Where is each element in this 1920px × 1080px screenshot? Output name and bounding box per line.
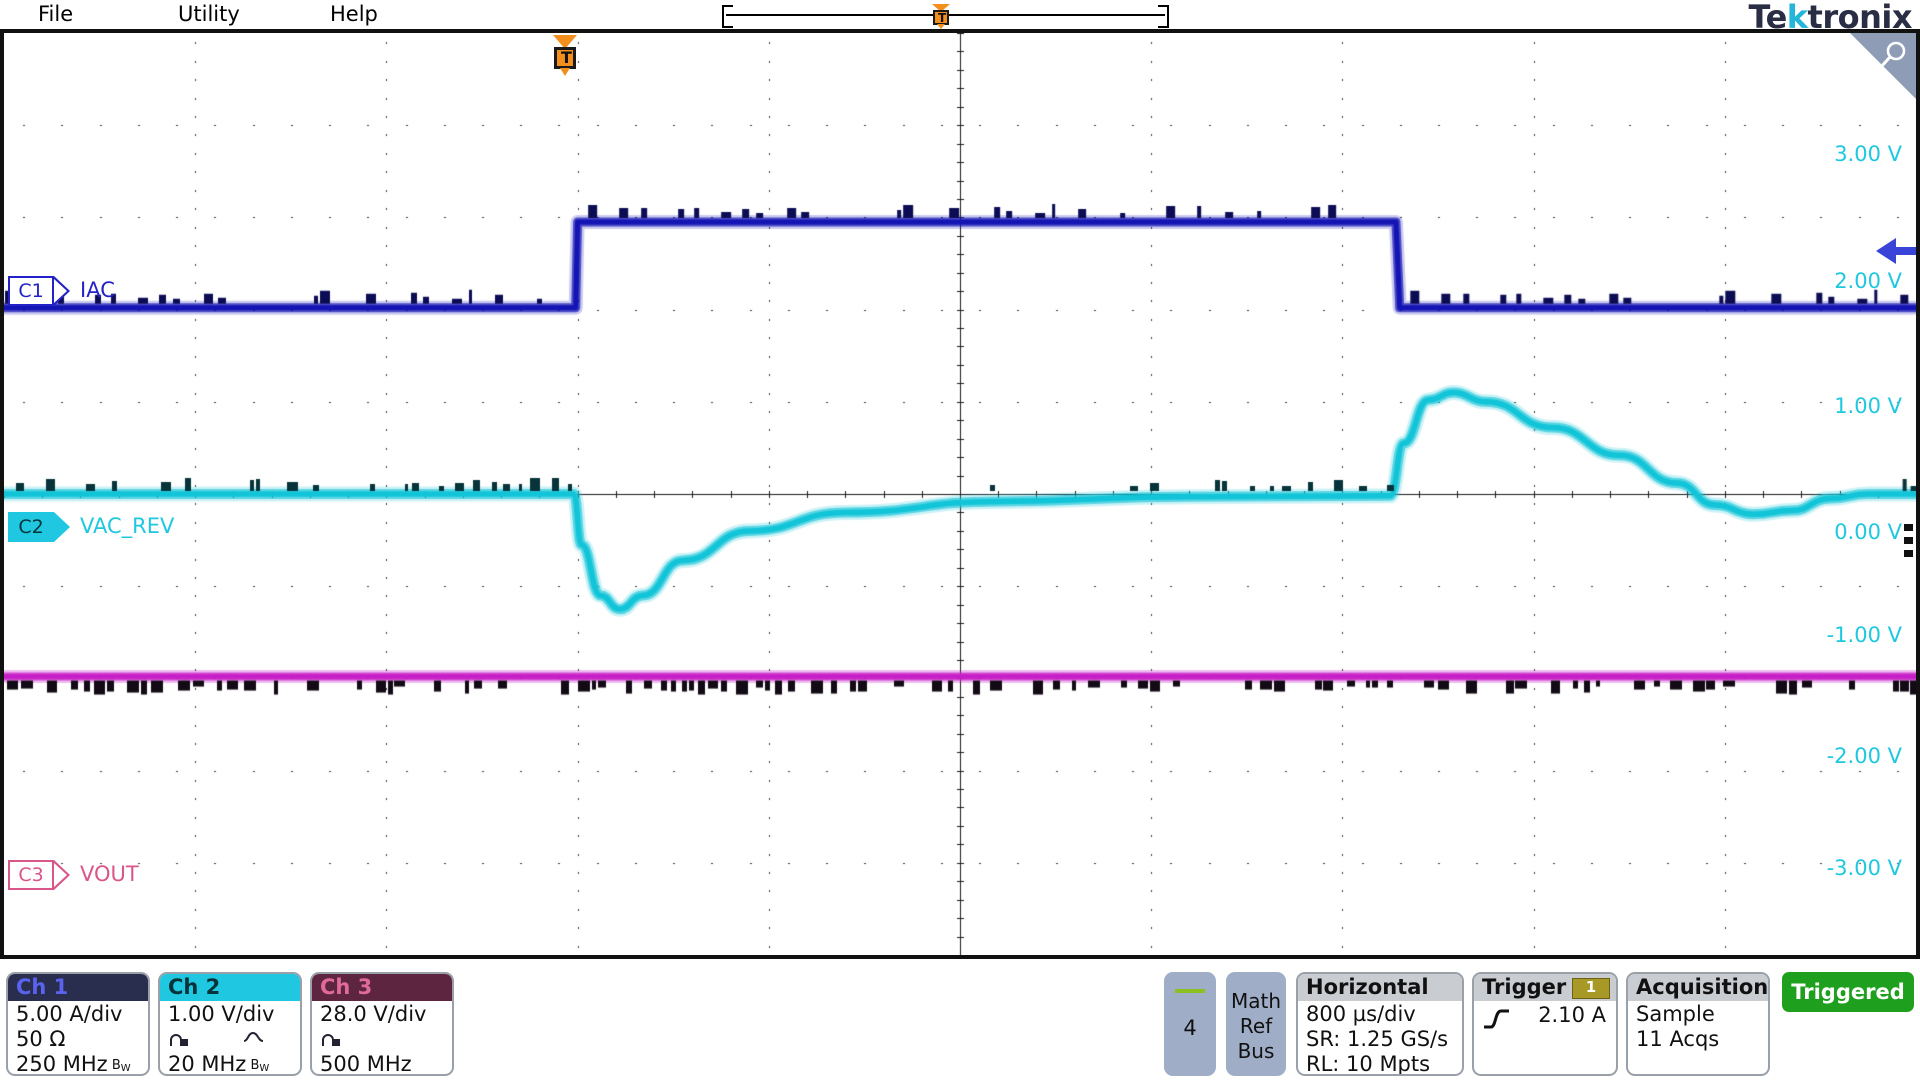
hpos-trigger-marker[interactable]: T xyxy=(930,4,952,26)
channel-marker-c1-arrow xyxy=(54,276,70,306)
vertical-scale-label: -1.00 V xyxy=(1827,623,1902,647)
channel-4-label: 4 xyxy=(1164,1016,1216,1040)
channel-3-settings: 28.0 V/div 500 MHz xyxy=(312,1001,452,1076)
channel-1-card[interactable]: Ch 1 5.00 A/div 50 Ω 250 MHz BW xyxy=(6,972,150,1076)
channel-2-card[interactable]: Ch 2 1.00 V/div 20 MHz BW xyxy=(158,972,302,1076)
waveform-graticule[interactable]: T C1 IAC C2 VAC_REV C3 VOUT xyxy=(0,29,1920,959)
trigger-point-badge: T xyxy=(554,47,576,69)
channel-marker-c3-badge: C3 xyxy=(8,860,54,890)
channel-4-button[interactable]: 4 xyxy=(1164,972,1216,1076)
channel-1-coupling: 50 Ω xyxy=(16,1027,148,1052)
channel-2-scale: 1.00 V/div xyxy=(168,1002,300,1027)
trigger-badge: T xyxy=(933,10,949,25)
horizontal-settings: 800 µs/div SR: 1.25 GS/s RL: 10 Mpts xyxy=(1298,1001,1462,1076)
status-badge[interactable]: Triggered xyxy=(1782,972,1914,1012)
acquisition-title: Acquisition xyxy=(1628,974,1768,1001)
channel-1-title: Ch 1 xyxy=(8,974,148,1001)
hpos-right-bracket xyxy=(1158,5,1169,28)
trigger-level-indicator[interactable] xyxy=(1876,238,1916,264)
channel-1-settings: 5.00 A/div 50 Ω 250 MHz BW xyxy=(8,1001,148,1076)
horizontal-title: Horizontal xyxy=(1298,974,1462,1001)
channel-3-bandwidth: 500 MHz xyxy=(320,1052,452,1076)
math-label: Math xyxy=(1226,989,1286,1014)
trigger-point-tail-icon xyxy=(560,68,570,76)
bottom-control-bar: Ch 1 5.00 A/div 50 Ω 250 MHz BW Ch 2 1.0… xyxy=(0,963,1920,1080)
probe-icon xyxy=(168,1033,190,1048)
trigger-level: 2.10 A xyxy=(1538,1003,1606,1028)
trigger-level-stem xyxy=(1895,247,1916,255)
magnifier-icon xyxy=(1876,39,1910,73)
menu-bar: File Utility Help T Tektronix xyxy=(0,0,1920,28)
channel2-position-handle[interactable] xyxy=(1904,524,1914,560)
probe-icon xyxy=(320,1033,342,1048)
channel-2-bw-text: 20 MHz xyxy=(168,1052,246,1076)
trigger-title-text: Trigger xyxy=(1482,975,1566,999)
horizontal-sample-rate: SR: 1.25 GS/s xyxy=(1306,1027,1462,1052)
vertical-scale-label: 0.00 V xyxy=(1834,520,1902,544)
channel-marker-c2-arrow xyxy=(54,512,70,542)
acquisition-settings: Sample 11 Acqs xyxy=(1628,1001,1768,1052)
channel-1-bw-text: 250 MHz xyxy=(16,1052,108,1076)
handle-dot xyxy=(1904,537,1913,544)
trigger-point-label: T xyxy=(561,50,572,66)
trigger-level-arrow-icon xyxy=(1876,238,1896,264)
channel-1-bandwidth: 250 MHz BW xyxy=(16,1052,148,1076)
channel-2-settings: 1.00 V/div 20 MHz BW xyxy=(160,1001,300,1076)
graticule-inner: T C1 IAC C2 VAC_REV C3 VOUT xyxy=(4,33,1916,955)
trigger-badge-label: T xyxy=(938,13,946,24)
horizontal-record-length: RL: 10 Mpts xyxy=(1306,1052,1462,1076)
math-ref-bus-button[interactable]: Math Ref Bus xyxy=(1226,972,1286,1076)
vertical-scale-label: 2.00 V xyxy=(1834,269,1902,293)
zoom-corner-button[interactable] xyxy=(1848,33,1916,101)
waveform-canvas xyxy=(4,33,1916,955)
ref-label: Ref xyxy=(1226,1014,1286,1039)
trigger-settings: 2.10 A xyxy=(1474,1001,1616,1002)
menu-item-file[interactable]: File xyxy=(38,1,73,27)
acquisition-card[interactable]: Acquisition Sample 11 Acqs xyxy=(1626,972,1770,1076)
hpos-left-bracket xyxy=(722,5,733,28)
trigger-card[interactable]: Trigger 1 2.10 A xyxy=(1472,972,1618,1076)
channel-marker-c2-label: VAC_REV xyxy=(80,514,174,538)
vertical-scale-label: 1.00 V xyxy=(1834,394,1902,418)
channel-2-bandwidth: 20 MHz BW xyxy=(168,1052,300,1076)
channel-4-color-bar xyxy=(1175,989,1205,993)
ac-coupling-icon xyxy=(242,1029,266,1045)
horizontal-position-bar[interactable]: T xyxy=(718,4,1173,24)
handle-dot xyxy=(1904,550,1913,557)
horizontal-card[interactable]: Horizontal 800 µs/div SR: 1.25 GS/s RL: … xyxy=(1296,972,1464,1076)
vertical-scale-label: 3.00 V xyxy=(1834,142,1902,166)
graticule-trigger-marker[interactable]: T xyxy=(552,35,578,87)
vertical-scale-label: -2.00 V xyxy=(1827,744,1902,768)
handle-dot xyxy=(1904,524,1913,531)
horizontal-scale: 800 µs/div xyxy=(1306,1002,1462,1027)
channel-3-title: Ch 3 xyxy=(312,974,452,1001)
channel-marker-c1-label: IAC xyxy=(80,278,115,302)
channel-marker-c2-badge: C2 xyxy=(8,512,54,542)
vertical-scale-label: -3.00 V xyxy=(1827,856,1902,880)
channel-marker-c1-badge: C1 xyxy=(8,276,54,306)
channel-marker-c3-arrow xyxy=(54,860,70,890)
trigger-source-badge: 1 xyxy=(1572,978,1610,999)
channel-marker-c3-label: VOUT xyxy=(80,862,139,886)
menu-item-help[interactable]: Help xyxy=(330,1,378,27)
acquisition-mode: Sample xyxy=(1636,1002,1768,1027)
channel-1-scale: 5.00 A/div xyxy=(16,1002,148,1027)
menu-item-utility[interactable]: Utility xyxy=(178,1,240,27)
bus-label: Bus xyxy=(1226,1039,1286,1064)
channel-3-card[interactable]: Ch 3 28.0 V/div 500 MHz xyxy=(310,972,454,1076)
acquisition-count: 11 Acqs xyxy=(1636,1027,1768,1052)
channel-3-scale: 28.0 V/div xyxy=(320,1002,452,1027)
rising-edge-icon xyxy=(1482,1007,1512,1031)
trigger-title: Trigger 1 xyxy=(1474,974,1616,1001)
channel-2-title: Ch 2 xyxy=(160,974,300,1001)
